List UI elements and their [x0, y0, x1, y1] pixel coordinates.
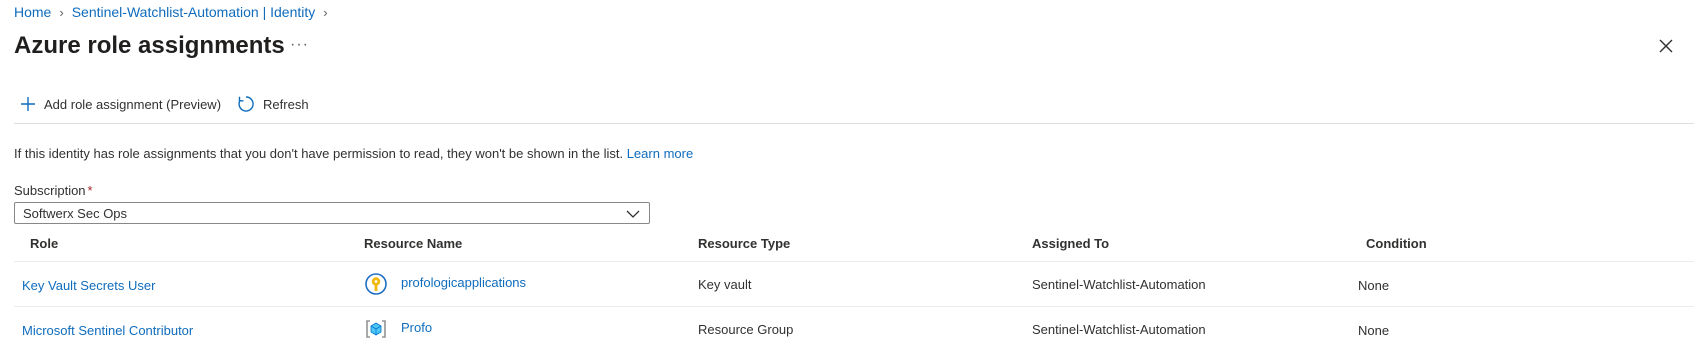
resource-type: Resource Group	[698, 322, 794, 337]
close-icon[interactable]	[1656, 36, 1676, 56]
chevron-down-icon	[626, 210, 640, 218]
refresh-button[interactable]: Refresh	[237, 95, 309, 113]
key-vault-icon	[365, 273, 387, 295]
info-text: If this identity has role assignments th…	[14, 146, 624, 161]
condition: None	[1358, 278, 1390, 293]
subscription-label: Subscription *	[14, 183, 93, 198]
more-options-icon[interactable]: ···	[290, 36, 309, 54]
resource-group-icon	[365, 318, 387, 340]
add-role-assignment-button[interactable]: Add role assignment (Preview)	[20, 96, 221, 112]
command-bar: Add role assignment (Preview) Refresh	[20, 95, 325, 113]
column-header-resource-type[interactable]: Resource Type	[698, 236, 790, 251]
header-divider	[14, 261, 1694, 262]
plus-icon	[21, 97, 35, 111]
column-header-condition[interactable]: Condition	[1366, 236, 1427, 251]
toolbar-divider	[14, 123, 1694, 124]
page-title: Azure role assignments	[14, 32, 285, 59]
subscription-dropdown[interactable]: Softwerx Sec Ops	[14, 202, 650, 224]
chevron-right-icon: ›	[323, 4, 328, 20]
breadcrumb-identity-link[interactable]: Sentinel-Watchlist-Automation | Identity	[72, 4, 316, 20]
required-indicator: *	[87, 183, 93, 198]
chevron-right-icon: ›	[59, 4, 64, 20]
assigned-to: Sentinel-Watchlist-Automation	[1032, 277, 1206, 292]
refresh-label: Refresh	[263, 96, 309, 112]
breadcrumb: Home › Sentinel-Watchlist-Automation | I…	[14, 4, 336, 20]
resource-name-link[interactable]: Profo	[401, 320, 432, 335]
column-header-resource-name[interactable]: Resource Name	[364, 236, 462, 251]
subscription-selected-value: Softwerx Sec Ops	[23, 205, 128, 221]
info-message: If this identity has role assignments th…	[14, 146, 693, 161]
column-header-role[interactable]: Role	[30, 236, 58, 251]
role-link[interactable]: Key Vault Secrets User	[22, 278, 155, 293]
refresh-icon	[238, 96, 254, 112]
breadcrumb-home-link[interactable]: Home	[14, 4, 51, 20]
row-divider	[14, 306, 1694, 307]
learn-more-link[interactable]: Learn more	[627, 146, 693, 161]
add-role-assignment-label: Add role assignment (Preview)	[44, 96, 222, 112]
condition: None	[1358, 323, 1390, 338]
role-link[interactable]: Microsoft Sentinel Contributor	[22, 323, 193, 338]
resource-name-link[interactable]: profologicapplications	[401, 275, 526, 290]
resource-type: Key vault	[698, 277, 752, 292]
subscription-label-text: Subscription	[14, 183, 86, 198]
assigned-to: Sentinel-Watchlist-Automation	[1032, 322, 1206, 337]
column-header-assigned-to[interactable]: Assigned To	[1032, 236, 1109, 251]
